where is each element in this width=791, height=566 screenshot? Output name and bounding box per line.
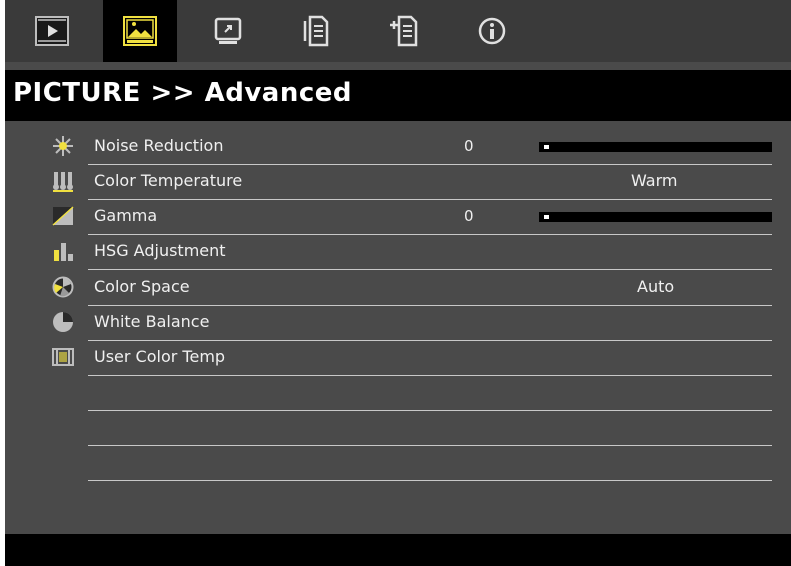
tab-options-advanced[interactable] <box>367 0 441 62</box>
noise-reduction-value: 0 <box>464 137 474 155</box>
user-color-temp-icon <box>52 348 74 366</box>
color-space-icon <box>52 276 74 298</box>
menu-item-gamma[interactable]: Gamma 0 <box>52 199 772 235</box>
page-title: PICTURE >> Advanced <box>13 78 353 108</box>
menu-item-color-temperature[interactable]: Color Temperature Warm <box>53 164 772 200</box>
hsg-adjustment-icon <box>54 243 73 261</box>
tab-picture[interactable] <box>103 0 177 62</box>
tab-setting[interactable] <box>191 0 265 62</box>
color-space-value: Auto <box>637 277 675 296</box>
menu-item-label: Noise Reduction <box>94 136 224 155</box>
slider-knob[interactable] <box>544 145 549 149</box>
noise-reduction-slider[interactable] <box>539 142 772 152</box>
document-plus-icon <box>390 15 418 47</box>
screen-setting-icon <box>214 17 242 44</box>
menu-item-white-balance[interactable]: White Balance <box>53 305 772 341</box>
menu-item-empty <box>88 410 772 446</box>
color-temperature-value: Warm <box>631 171 678 190</box>
menu-item-color-space[interactable]: Color Space Auto <box>52 270 772 306</box>
osd-menu: PICTURE >> Advanced Noise Reduction 0 Co… <box>5 0 791 566</box>
menu-item-label: HSG Adjustment <box>94 241 226 260</box>
tab-bar <box>5 0 791 62</box>
color-temperature-icon <box>53 172 73 192</box>
menu-item-label: White Balance <box>94 312 210 331</box>
menu-item-label: Color Space <box>94 277 190 296</box>
display-input-icon <box>35 16 69 46</box>
document-options-icon <box>303 15 329 47</box>
footer-bar <box>5 534 791 566</box>
info-circle-icon <box>478 17 506 45</box>
menu-item-label: Color Temperature <box>94 171 243 190</box>
tab-information[interactable] <box>455 0 529 62</box>
white-balance-icon <box>53 312 73 332</box>
tab-options[interactable] <box>279 0 353 62</box>
menu-item-empty <box>88 445 772 481</box>
noise-reduction-icon <box>53 136 73 156</box>
slider-knob[interactable] <box>544 215 549 219</box>
menu-item-label: User Color Temp <box>94 347 226 366</box>
menu-item-noise-reduction[interactable]: Noise Reduction 0 <box>53 129 772 165</box>
gamma-icon <box>52 206 74 226</box>
gamma-slider[interactable] <box>539 212 772 222</box>
tab-display[interactable] <box>15 0 89 62</box>
menu-item-hsg-adjustment[interactable]: HSG Adjustment <box>54 234 772 270</box>
menu-item-empty <box>88 375 772 411</box>
title-bar: PICTURE >> Advanced <box>5 70 791 121</box>
gamma-value: 0 <box>464 207 474 225</box>
menu-item-label: Gamma <box>94 206 158 225</box>
picture-icon <box>123 16 157 46</box>
menu-item-user-color-temp[interactable]: User Color Temp <box>52 340 772 376</box>
